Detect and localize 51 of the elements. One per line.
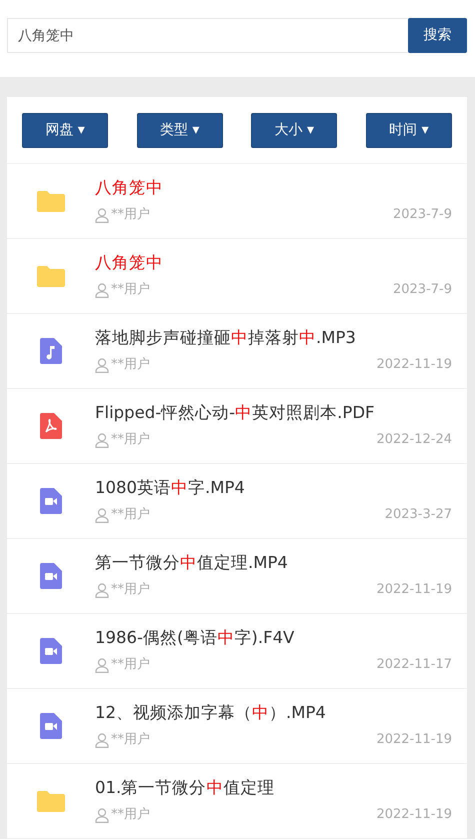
user-icon: [95, 658, 109, 672]
file-title[interactable]: 12、视频添加字幕（中）.MP4: [95, 703, 326, 722]
user-icon: [95, 732, 109, 748]
file-date: 2023-7-9: [392, 281, 452, 300]
file-date: 2022-11-19: [376, 806, 452, 824]
file-date: 2022-12-24: [376, 431, 452, 450]
user-icon: [95, 282, 109, 298]
uploader-name: **用户: [111, 581, 150, 600]
filter-dropdown[interactable]: 类型 ▾: [136, 113, 223, 148]
user-icon: [95, 582, 109, 598]
file-date: 2022-11-19: [376, 356, 452, 374]
uploader-name: **用户: [111, 806, 150, 824]
filter-dropdown[interactable]: 时间 ▾: [366, 113, 452, 148]
file-title[interactable]: 1986-偶然(粤语中字).F4V: [95, 628, 294, 648]
user-icon: [95, 358, 109, 372]
uploader-name: **用户: [111, 431, 150, 450]
file-title[interactable]: 01.第一节微分中值定理: [95, 778, 274, 798]
user-icon: [95, 808, 109, 822]
video-file-icon: [40, 713, 62, 739]
file-title[interactable]: 八角笼中: [95, 253, 163, 272]
folder-icon: [37, 790, 65, 812]
file-date: 2022-11-19: [376, 731, 452, 750]
file-title[interactable]: Flipped-怦然心动-中英对照剧本.PDF: [95, 403, 375, 422]
user-icon: [95, 432, 109, 448]
folder-icon: [37, 190, 65, 212]
uploader-name: **用户: [111, 206, 150, 224]
file-title[interactable]: 1080英语中字.MP4: [95, 478, 245, 498]
uploader-name: **用户: [111, 281, 150, 300]
search-button[interactable]: 搜索: [408, 18, 467, 53]
file-title[interactable]: 八角笼中: [95, 178, 163, 198]
folder-icon: [37, 265, 65, 287]
video-file-icon: [40, 638, 62, 664]
file-title[interactable]: 落地脚步声碰撞砸中掉落射中.MP3: [95, 328, 356, 348]
music-file-icon: [40, 338, 62, 364]
file-date: 2022-11-19: [376, 581, 452, 600]
video-file-icon: [40, 488, 62, 514]
video-file-icon: [40, 563, 62, 589]
search-field[interactable]: 八角笼中: [7, 18, 408, 53]
filter-dropdown[interactable]: 大小 ▾: [251, 113, 338, 148]
filter-dropdown[interactable]: 网盘 ▾: [22, 113, 108, 148]
uploader-name: **用户: [111, 506, 150, 524]
pdf-file-icon: [40, 413, 62, 439]
uploader-name: **用户: [111, 656, 150, 674]
uploader-name: **用户: [111, 731, 150, 750]
file-title[interactable]: 第一节微分中值定理.MP4: [95, 553, 288, 572]
file-date: 2022-11-17: [376, 656, 452, 674]
file-date: 2023-7-9: [392, 206, 452, 224]
file-date: 2023-3-27: [384, 506, 452, 524]
uploader-name: **用户: [111, 356, 150, 374]
user-icon: [95, 208, 109, 222]
user-icon: [95, 508, 109, 522]
